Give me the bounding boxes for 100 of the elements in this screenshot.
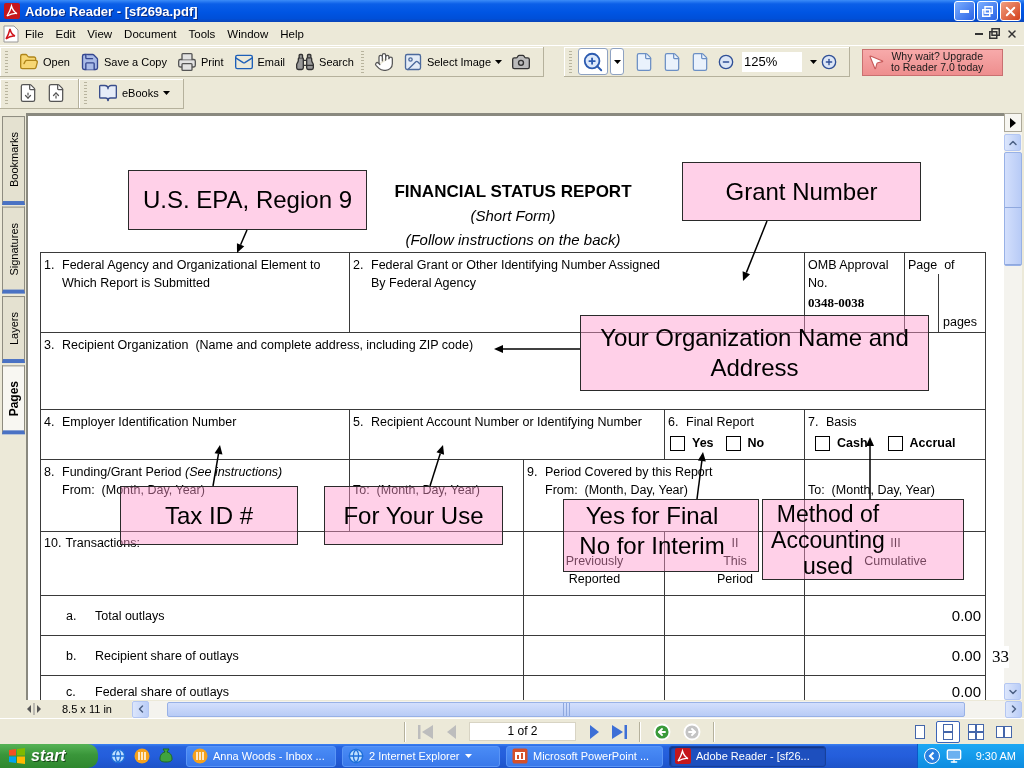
field-number: 10.	[44, 535, 63, 552]
scroll-thumb[interactable]	[1004, 152, 1022, 266]
row-letter: c.	[66, 684, 77, 700]
toolbar-grip[interactable]	[84, 82, 87, 104]
field-label: pages	[943, 314, 978, 331]
menu-item[interactable]: Tools	[182, 25, 222, 42]
field-number: 8.	[44, 464, 56, 481]
scroll-up-button[interactable]	[1004, 134, 1021, 151]
restore-icon[interactable]	[989, 28, 1000, 39]
scroll-thumb[interactable]	[167, 701, 965, 717]
checkbox[interactable]	[670, 435, 685, 451]
pane-toggle-button[interactable]	[1004, 113, 1022, 132]
view-mode-button[interactable]	[936, 720, 960, 743]
scroll-left-button[interactable]	[132, 700, 149, 718]
field-label: Federal Agency and Organizational Element to Which Report is Submitted	[62, 257, 322, 292]
close-icon[interactable]	[1006, 27, 1018, 40]
facing-pages-icon	[996, 723, 1012, 740]
plus-circle-icon[interactable]	[821, 53, 838, 70]
round-app-icon[interactable]	[134, 748, 150, 764]
menu-item[interactable]: View	[81, 25, 119, 42]
hand-icon[interactable]	[373, 51, 394, 72]
field-label: Page of	[908, 257, 956, 274]
continuous-pages-icon	[940, 723, 956, 740]
caret-down-icon[interactable]	[810, 59, 818, 64]
next-page-icon[interactable]	[588, 723, 600, 740]
upgrade-button[interactable]: Why wait? Upgrade to Reader 7.0 today	[862, 48, 1004, 76]
field-hint: From: (Month, Day, Year)	[545, 482, 688, 499]
zoom-tool-button[interactable]	[578, 48, 609, 75]
annotation-callout: Your Organization Name and Address	[580, 315, 929, 391]
column-header: This Period	[716, 554, 754, 588]
clock: 9:30 AM	[975, 750, 1016, 762]
amount-value: 0.00	[951, 684, 981, 700]
window-title: Adobe Reader - [sf269a.pdf]	[25, 3, 198, 19]
checkbox-label: No	[747, 435, 765, 452]
caret-down-icon	[464, 754, 472, 758]
taskbar-button[interactable]: Adobe Reader - [sf26...	[669, 745, 826, 767]
row-letter: a.	[66, 608, 78, 625]
zoom-field[interactable]: 125%	[742, 51, 803, 72]
monitor-icon[interactable]	[946, 748, 962, 764]
amount-value: 0.00	[951, 608, 981, 626]
caret-down-icon	[162, 91, 170, 95]
checkbox[interactable]	[725, 435, 741, 451]
checkbox-label: Yes	[692, 435, 714, 452]
annotation-callout: U.S. EPA, Region 9	[128, 170, 367, 230]
side-tab[interactable]: Layers	[2, 295, 25, 363]
side-tab[interactable]: Signatures	[2, 207, 25, 294]
globe-icon[interactable]	[110, 748, 126, 764]
field-number: 1.	[44, 257, 56, 274]
form-title: FINANCIAL STATUS REPORT	[394, 181, 632, 203]
zoom-menu-button[interactable]	[610, 48, 625, 75]
taskbar-button[interactable]: Microsoft PowerPoint ...	[506, 745, 663, 767]
minimize-button[interactable]	[954, 1, 975, 21]
close-button[interactable]	[1000, 1, 1021, 21]
menu-item[interactable]: File	[19, 25, 50, 42]
amount-value: 0.00	[951, 648, 981, 666]
scroll-right-button[interactable]	[1005, 700, 1022, 718]
search-button[interactable]: Search	[290, 48, 359, 75]
menu-item[interactable]: Document	[118, 25, 183, 42]
printer-icon	[176, 51, 197, 72]
field-number: 6.	[668, 414, 680, 431]
save-copy-button[interactable]: Save a Copy	[74, 48, 172, 75]
restore-button[interactable]	[977, 1, 998, 21]
column-header: Cumulative	[864, 553, 927, 570]
menu-item[interactable]: Window	[221, 25, 275, 42]
taskbar-button[interactable]: 2 Internet Explorer	[342, 745, 500, 767]
field-number: 5.	[353, 414, 365, 431]
row-label: Recipient share of outlays	[95, 648, 239, 665]
minimize-icon[interactable]	[975, 32, 983, 35]
right-triangle-icon	[1010, 117, 1016, 128]
chevron-left-icon[interactable]	[924, 748, 940, 764]
minimize-icon	[960, 9, 969, 13]
start-button[interactable]: start	[0, 744, 98, 768]
scroll-down-button[interactable]	[1004, 683, 1021, 700]
toolbar-grip[interactable]	[569, 50, 573, 73]
page-arrow-icon[interactable]	[18, 83, 38, 103]
form-instructions: (Follow instructions on the back)	[405, 230, 621, 250]
toolbar-grip[interactable]	[5, 82, 8, 104]
checkbox[interactable]	[887, 435, 903, 451]
column-numeral: III	[890, 535, 901, 552]
open-button[interactable]: Open	[14, 48, 75, 75]
row-label: Federal share of outlays	[95, 684, 230, 700]
minus-circle-icon[interactable]	[718, 53, 735, 70]
print-button[interactable]: Print	[171, 48, 229, 75]
email-button[interactable]: Email	[228, 48, 291, 75]
checkbox[interactable]	[815, 435, 830, 451]
ebooks-button[interactable]: eBooks	[93, 80, 175, 106]
toolbar-grip[interactable]	[360, 50, 364, 73]
split-handle-icon[interactable]	[26, 703, 42, 715]
toolbar-grip[interactable]	[5, 50, 8, 73]
menu-item[interactable]: Edit	[49, 25, 82, 42]
taskbar-button[interactable]: Anna Woods - Inbox ...	[186, 745, 336, 767]
side-tab[interactable]: Pages	[2, 364, 25, 434]
select-image-button[interactable]: Select Image	[397, 48, 508, 75]
last-page-icon[interactable]	[612, 723, 627, 740]
page-arrow-icon[interactable]	[46, 83, 66, 103]
field-label: OMB Approval No.	[808, 257, 890, 292]
presentation-icon	[512, 748, 528, 764]
menu-item[interactable]: Help	[274, 25, 310, 42]
page-number-field[interactable]: 1 of 2	[469, 722, 576, 741]
side-tab[interactable]: Bookmarks	[2, 116, 25, 206]
